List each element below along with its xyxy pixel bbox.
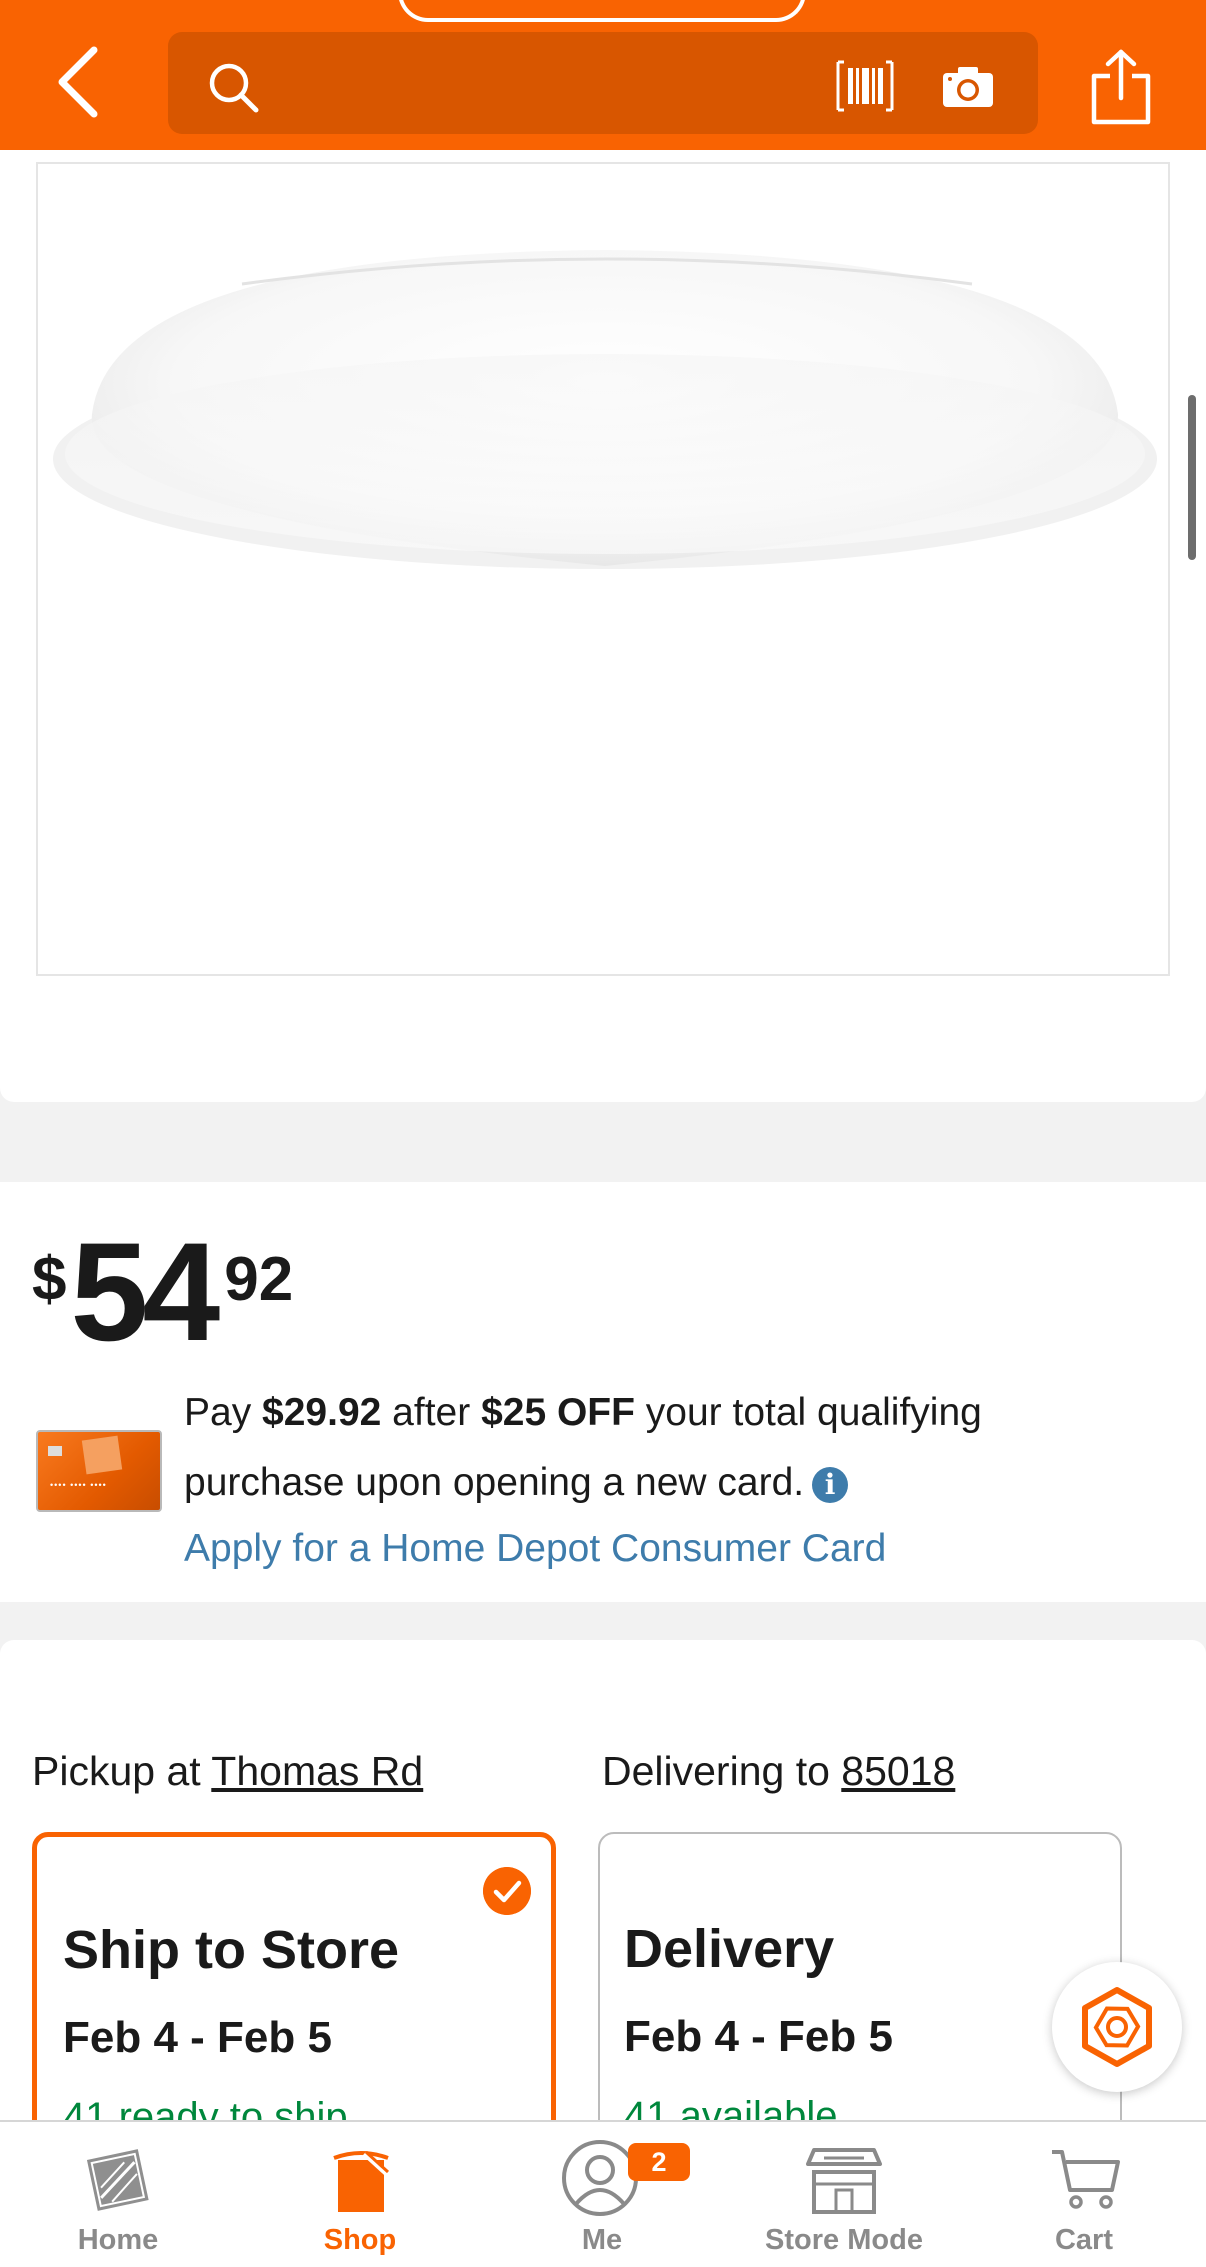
info-icon[interactable]: i bbox=[812, 1466, 849, 1503]
back-chevron-icon bbox=[58, 46, 98, 118]
product-image-panel bbox=[0, 150, 1206, 1102]
ceiling-light-fixture-image bbox=[53, 250, 1157, 569]
option-dates: Feb 4 - Feb 5 bbox=[624, 2012, 893, 2061]
price-currency: $ bbox=[32, 1245, 67, 1314]
cart-icon bbox=[1052, 2150, 1120, 2209]
back-button[interactable] bbox=[48, 42, 118, 122]
share-icon bbox=[1091, 49, 1151, 125]
store-icon bbox=[806, 2148, 882, 2214]
search-bar[interactable] bbox=[168, 32, 1038, 134]
card-promo-text: Pay $29.92 after $25 OFF your total qual… bbox=[184, 1391, 982, 1504]
ship-to-store-option[interactable]: Ship to Store Feb 4 - Feb 5 41 ready to … bbox=[32, 1832, 556, 2152]
assistant-button[interactable] bbox=[1052, 1962, 1182, 2092]
share-button[interactable] bbox=[1088, 48, 1154, 126]
camera-icon[interactable] bbox=[940, 62, 996, 112]
top-bar bbox=[0, 0, 1206, 150]
pickup-store-link[interactable]: Thomas Rd bbox=[211, 1748, 423, 1794]
product-image[interactable] bbox=[36, 162, 1170, 976]
delivery-zip-link[interactable]: 85018 bbox=[841, 1748, 955, 1794]
checkmark-icon bbox=[483, 1867, 531, 1915]
tab-home[interactable]: Home bbox=[18, 2122, 218, 2267]
price-dollars: 54 bbox=[70, 1213, 220, 1370]
search-icon bbox=[209, 63, 259, 113]
price-cents: 92 bbox=[224, 1245, 294, 1314]
fulfillment-panel: Pickup at Thomas Rd Delivering to 85018 … bbox=[0, 1640, 1206, 2152]
tab-store-mode[interactable]: Store Mode bbox=[744, 2122, 944, 2267]
tab-cart[interactable]: Cart bbox=[984, 2122, 1184, 2267]
tab-shop[interactable]: Shop bbox=[260, 2122, 460, 2267]
card-chip-icon bbox=[48, 1446, 62, 1456]
card-number-graphic: •••• •••• •••• bbox=[50, 1480, 107, 1490]
status-notch bbox=[398, 0, 806, 22]
paint-bucket-icon bbox=[333, 2150, 390, 2212]
home-depot-card-logo-icon bbox=[81, 1435, 123, 1475]
pickup-location: Pickup at Thomas Rd bbox=[32, 1748, 424, 1794]
notification-badge: 2 bbox=[628, 2143, 690, 2181]
hexagon-assistant-icon bbox=[1082, 1987, 1152, 2067]
delivery-option[interactable]: Delivery Feb 4 - Feb 5 41 available bbox=[598, 1832, 1122, 2152]
credit-card-image: •••• •••• •••• bbox=[36, 1430, 162, 1512]
price-panel: $ 54 92 •••• •••• •••• Pay $29.92 after … bbox=[0, 1182, 1206, 1602]
scrollbar[interactable] bbox=[1188, 395, 1196, 560]
apply-card-link[interactable]: Apply for a Home Depot Consumer Card bbox=[184, 1514, 886, 1584]
product-price: $ 54 92 bbox=[32, 1214, 294, 1362]
promo-amount-after: $29.92 bbox=[262, 1391, 382, 1434]
option-title: Delivery bbox=[624, 1919, 835, 1979]
home-depot-logo-icon bbox=[86, 2149, 149, 2211]
delivery-location: Delivering to 85018 bbox=[602, 1748, 956, 1794]
bottom-tab-bar: Home Shop Me 2 Store Mode Cart bbox=[0, 2120, 1206, 2267]
promo-discount: $25 OFF bbox=[481, 1391, 635, 1434]
search-input[interactable] bbox=[268, 50, 868, 116]
barcode-scan-icon[interactable] bbox=[834, 58, 896, 114]
option-title: Ship to Store bbox=[63, 1920, 399, 1980]
option-dates: Feb 4 - Feb 5 bbox=[63, 2013, 332, 2062]
